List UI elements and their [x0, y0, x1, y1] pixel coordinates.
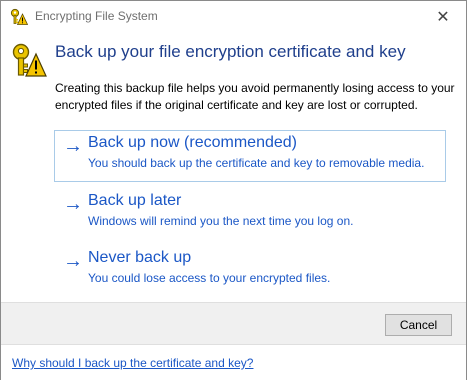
close-icon: ✕ [436, 8, 450, 26]
page-heading: Back up your file encryption certificate… [55, 42, 406, 61]
arrow-right-icon: → [63, 135, 83, 157]
title-bar: Encrypting File System ✕ [1, 1, 466, 32]
option-title: Back up now (recommended) [88, 134, 297, 151]
option-back-up-now[interactable]: → Back up now (recommended) You should b… [54, 130, 446, 182]
option-back-up-later[interactable]: → Back up later Windows will remind you … [54, 188, 446, 240]
key-warning-icon [10, 8, 29, 26]
option-never-back-up[interactable]: → Never back up You could lose access to… [54, 245, 446, 297]
help-area: Why should I back up the certificate and… [1, 344, 466, 380]
efs-dialog-window: Encrypting File System ✕ Back up your fi… [0, 0, 467, 380]
option-subtitle: You could lose access to your encrypted … [88, 271, 331, 285]
close-button[interactable]: ✕ [420, 1, 466, 32]
option-title: Back up later [88, 192, 182, 209]
option-title: Never back up [88, 249, 192, 266]
description-text: Creating this backup file helps you avoi… [55, 81, 455, 112]
help-link[interactable]: Why should I back up the certificate and… [12, 356, 253, 370]
key-warning-icon [11, 42, 47, 78]
button-bar: Cancel [1, 302, 466, 344]
cancel-button[interactable]: Cancel [385, 314, 452, 336]
arrow-right-icon: → [63, 193, 83, 215]
arrow-right-icon: → [63, 250, 83, 272]
option-subtitle: Windows will remind you the next time yo… [88, 214, 354, 228]
option-subtitle: You should back up the certificate and k… [88, 156, 425, 170]
window-title: Encrypting File System [35, 9, 158, 23]
